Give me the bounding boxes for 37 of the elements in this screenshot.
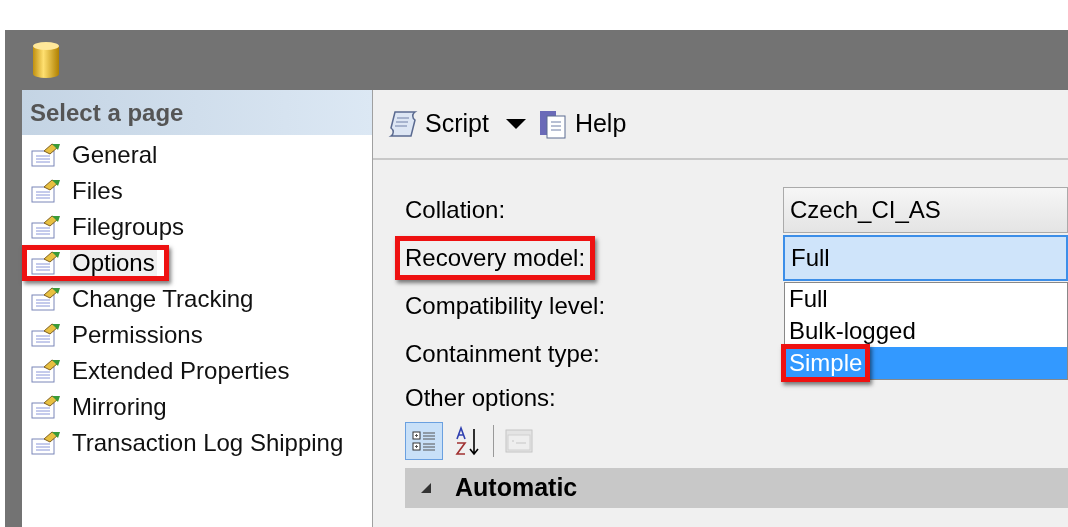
dropdown-caret-icon [504, 118, 527, 130]
select-field[interactable]: Czech_CI_AS [783, 187, 1068, 233]
property-pages-icon [504, 427, 534, 455]
database-icon [31, 40, 61, 80]
page-icon [30, 287, 62, 311]
page-icon [30, 215, 62, 239]
dropdown-option[interactable]: Bulk-logged [785, 315, 1067, 347]
page-list-header: Select a page [22, 90, 372, 135]
page-icon [30, 359, 62, 383]
scroll-icon [387, 108, 419, 140]
page-list-item[interactable]: General [22, 137, 172, 173]
help-button[interactable]: Help [536, 105, 627, 143]
page-list-item[interactable]: Permissions [22, 317, 217, 353]
dropdown-option[interactable]: Full [785, 283, 1067, 315]
page-list-item[interactable]: Transaction Log Shipping [22, 425, 358, 461]
field-label: Compatibility level: [405, 291, 606, 321]
script-button[interactable]: Script [387, 105, 527, 143]
categorized-view-button[interactable] [405, 422, 443, 460]
page-icon [30, 395, 62, 419]
field-label: Collation: [405, 195, 506, 225]
page-list-item[interactable]: Files [22, 173, 137, 209]
page-list-item[interactable]: Extended Properties [22, 353, 304, 389]
other-options-label: Other options: [405, 384, 556, 411]
page-list-item[interactable]: Filegroups [22, 209, 199, 245]
expand-arrow-icon [419, 481, 433, 495]
select-field[interactable]: Full [783, 235, 1068, 281]
sort-az-icon [454, 425, 482, 457]
category-row[interactable]: Automatic [405, 468, 1068, 508]
field-label: Containment type: [405, 339, 600, 369]
page-icon [30, 179, 62, 203]
page-list-item[interactable]: Change Tracking [22, 281, 268, 317]
page-icon [30, 251, 62, 275]
page-icon [30, 323, 62, 347]
page-list-item[interactable]: Mirroring [22, 389, 181, 425]
page-icon [30, 143, 62, 167]
page-icon [30, 431, 62, 455]
field-label: Recovery model: [395, 236, 596, 280]
